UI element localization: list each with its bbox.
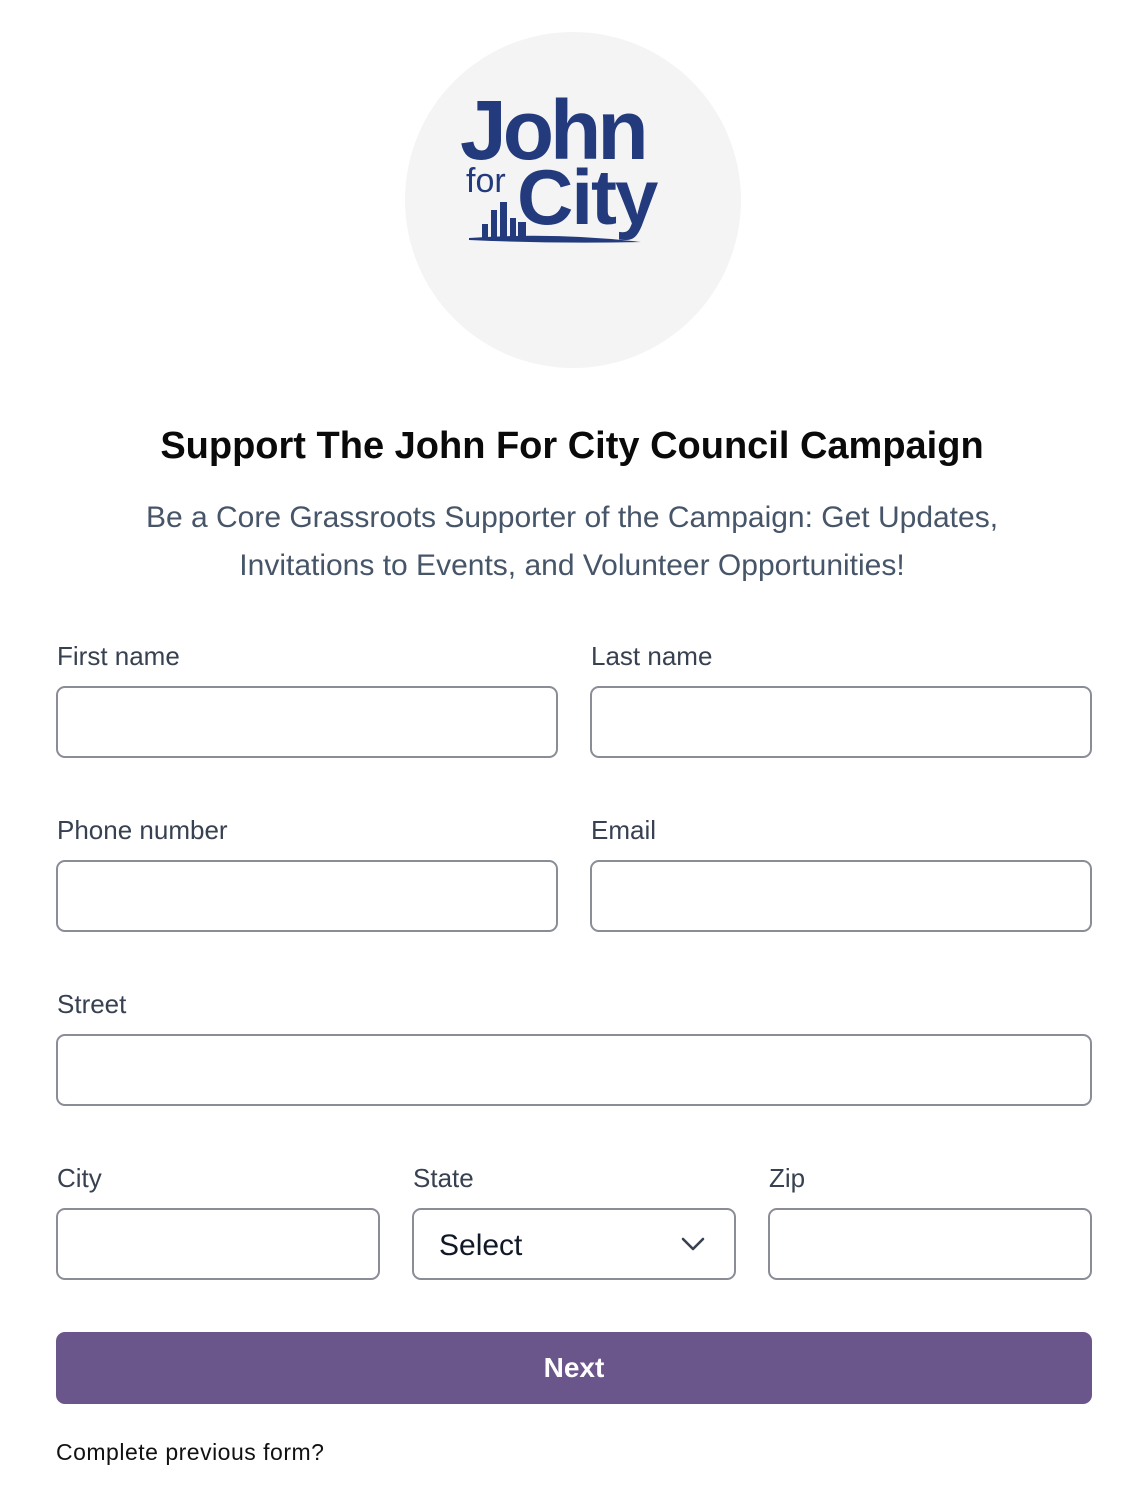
city-label: City bbox=[57, 1163, 102, 1193]
city-field[interactable] bbox=[56, 1208, 380, 1280]
logo-line2-large: City bbox=[517, 153, 658, 241]
state-select[interactable]: Select bbox=[412, 1208, 736, 1280]
street-label: Street bbox=[57, 989, 127, 1019]
logo-line2-small: for bbox=[466, 162, 506, 200]
zip-label: Zip bbox=[769, 1163, 806, 1193]
last-name-field[interactable] bbox=[590, 686, 1092, 758]
state-select-value: Select bbox=[439, 1229, 523, 1262]
last-name-label: Last name bbox=[591, 641, 713, 671]
logo-graphic: John for City bbox=[460, 83, 660, 243]
email-label: Email bbox=[591, 815, 657, 845]
complete-previous-form-link[interactable]: Complete previous form? bbox=[56, 1436, 324, 1468]
page-title: Support The John For City Council Campai… bbox=[160, 425, 984, 467]
first-name-label: First name bbox=[57, 641, 180, 671]
street-field[interactable] bbox=[56, 1034, 1092, 1106]
page-subtitle: Be a Core Grassroots Supporter of the Ca… bbox=[145, 501, 999, 582]
first-name-field[interactable] bbox=[56, 686, 558, 758]
zip-field[interactable] bbox=[768, 1208, 1092, 1280]
next-button[interactable]: Next bbox=[56, 1332, 1092, 1404]
chevron-down-icon bbox=[681, 1237, 705, 1251]
phone-number-label: Phone number bbox=[57, 815, 228, 845]
phone-number-field[interactable] bbox=[56, 860, 558, 932]
state-label: State bbox=[413, 1163, 474, 1193]
campaign-logo: John for City bbox=[405, 32, 741, 368]
email-field[interactable] bbox=[590, 860, 1092, 932]
